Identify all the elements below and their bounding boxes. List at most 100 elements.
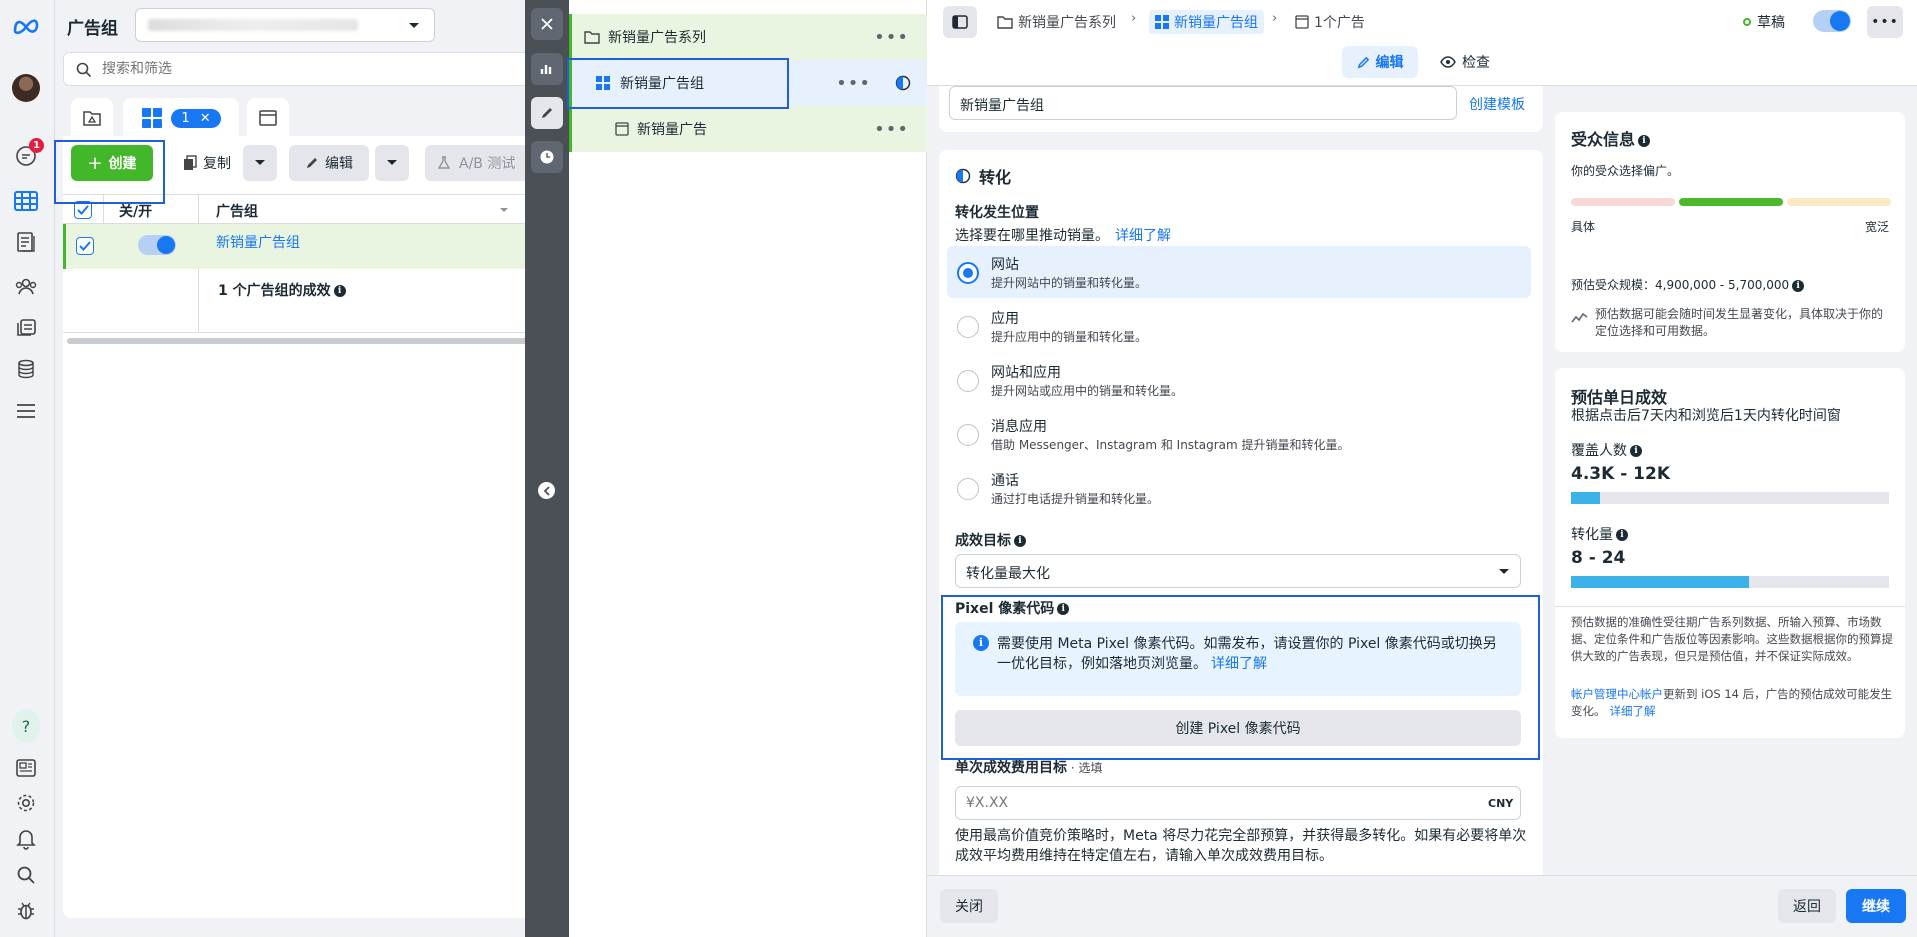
more-options-icon[interactable]: ••• bbox=[1867, 6, 1903, 38]
half-circle-icon bbox=[955, 168, 971, 184]
charts-button[interactable] bbox=[531, 53, 563, 85]
radio-option-website[interactable]: 网站 提升网站中的销量和转化量。 bbox=[947, 246, 1531, 298]
audiences-icon[interactable] bbox=[12, 272, 40, 300]
copy-button[interactable]: 复制 bbox=[157, 145, 257, 181]
cost-goal-input[interactable]: CNY bbox=[955, 786, 1521, 820]
tab-review[interactable]: 检查 bbox=[1427, 46, 1503, 78]
tab-ads[interactable] bbox=[247, 98, 289, 138]
pages-icon[interactable] bbox=[12, 228, 40, 256]
more-options-icon[interactable]: ••• bbox=[874, 119, 909, 140]
radio-option-app[interactable]: 应用 提升应用中的销量和转化量。 bbox=[947, 300, 1531, 352]
ads-manager-grid-icon[interactable] bbox=[12, 187, 40, 215]
selected-count-pill[interactable]: 1 ✕ bbox=[171, 108, 221, 128]
audience-card: 受众信息 i 你的受众选择偏广。 具体 宽泛 预估受众规模：4,900,000 -… bbox=[1555, 112, 1905, 352]
ab-test-button[interactable]: A/B 测试 bbox=[425, 145, 535, 181]
flask-icon bbox=[437, 156, 451, 169]
clear-selection-icon[interactable]: ✕ bbox=[200, 111, 211, 126]
audience-size-note: 预估数据可能会随时间发生显著变化，具体取决于你的定位选择和可用数据。 bbox=[1595, 307, 1884, 338]
conversion-location-label: 转化发生位置 bbox=[955, 205, 1039, 221]
news-icon[interactable] bbox=[12, 754, 40, 782]
tree-adset-label: 新销量广告组 bbox=[620, 76, 704, 92]
more-options-icon[interactable]: ••• bbox=[874, 27, 909, 48]
catalog-icon[interactable] bbox=[12, 313, 40, 341]
close-editor-button[interactable] bbox=[531, 8, 563, 40]
create-template-link[interactable]: 创建模板 bbox=[1469, 94, 1525, 114]
avatar[interactable] bbox=[12, 74, 40, 102]
bar-chart-icon bbox=[540, 65, 552, 74]
adset-name-link[interactable]: 新销量广告组 bbox=[216, 232, 300, 252]
cost-goal-desc: 使用最高价值竞价策略时，Meta 将尽力花完全部预算，并获得最多转化。如果有必要… bbox=[955, 828, 1527, 864]
adset-name-input[interactable]: 新销量广告组 bbox=[949, 86, 1457, 120]
meta-logo-icon[interactable] bbox=[12, 12, 40, 40]
menu-icon[interactable] bbox=[12, 397, 40, 425]
daily-subtitle: 根据点击后7天内和浏览后1天内转化时间窗 bbox=[1571, 408, 1841, 424]
copy-dropdown-button[interactable] bbox=[243, 145, 277, 181]
tab-campaigns[interactable] bbox=[71, 98, 113, 138]
column-header-toggle[interactable]: 关/开 bbox=[119, 201, 152, 221]
table-row[interactable]: 新销量广告组 bbox=[63, 224, 533, 269]
help-icon[interactable]: ? bbox=[12, 709, 40, 743]
create-button[interactable]: + 创建 bbox=[71, 145, 153, 181]
more-options-icon[interactable]: ••• bbox=[836, 73, 871, 94]
tab-edit[interactable]: 编辑 bbox=[1342, 46, 1418, 78]
edit-dropdown-button[interactable] bbox=[375, 145, 409, 181]
history-button[interactable] bbox=[531, 141, 563, 173]
learn-more-link[interactable]: 详细了解 bbox=[1115, 228, 1171, 244]
tree-item-campaign[interactable]: 新销量广告系列 ••• bbox=[569, 14, 927, 60]
radio-calls[interactable] bbox=[957, 478, 979, 500]
radio-messaging[interactable] bbox=[957, 424, 979, 446]
radio-website-and-app[interactable] bbox=[957, 370, 979, 392]
collapse-panel-button[interactable] bbox=[538, 482, 555, 499]
adset-on-off-toggle[interactable] bbox=[138, 235, 176, 255]
back-button[interactable]: 返回 bbox=[1778, 889, 1836, 923]
create-pixel-button[interactable]: 创建 Pixel 像素代码 bbox=[955, 710, 1521, 746]
radio-option-messaging[interactable]: 消息应用 借助 Messenger、Instagram 和 Instagram … bbox=[947, 408, 1531, 460]
row-checkbox[interactable] bbox=[76, 237, 94, 255]
search-filter-box[interactable] bbox=[63, 52, 533, 86]
tree-item-adset[interactable]: 新销量广告组 ••• bbox=[569, 60, 927, 106]
clock-icon bbox=[540, 150, 554, 164]
notification-badge: 1 bbox=[29, 138, 44, 153]
chevron-left-icon bbox=[543, 485, 550, 496]
performance-goal-select[interactable]: 转化量最大化 bbox=[955, 554, 1521, 588]
radio-option-website-and-app[interactable]: 网站和应用 提升网站或应用中的销量和转化量。 bbox=[947, 354, 1531, 406]
radio-option-calls[interactable]: 通话 通过打电话提升销量和转化量。 bbox=[947, 462, 1531, 514]
draft-status-icon bbox=[1743, 18, 1751, 26]
billing-icon[interactable] bbox=[12, 355, 40, 383]
select-all-checkbox[interactable] bbox=[74, 201, 92, 219]
settings-gear-icon[interactable] bbox=[12, 789, 40, 817]
audience-desc: 你的受众选择偏广。 bbox=[1571, 164, 1680, 178]
breadcrumb-adset[interactable]: 新销量广告组 bbox=[1149, 10, 1264, 34]
selected-count: 1 bbox=[181, 110, 190, 126]
close-button[interactable]: 关闭 bbox=[940, 889, 998, 923]
pixel-learn-more-link[interactable]: 详细了解 bbox=[1211, 656, 1267, 672]
breadcrumb-campaign[interactable]: 新销量广告系列 bbox=[997, 10, 1116, 34]
radio-website[interactable] bbox=[957, 262, 979, 284]
bell-icon[interactable] bbox=[12, 825, 40, 853]
tab-adsets[interactable]: 1 ✕ bbox=[123, 98, 239, 138]
notifications-icon[interactable]: 1 bbox=[12, 138, 44, 170]
edit-mode-button[interactable] bbox=[531, 97, 563, 129]
sort-icon[interactable] bbox=[499, 207, 509, 214]
chevron-down-icon bbox=[255, 160, 265, 165]
breadcrumb-ads[interactable]: 1个广告 bbox=[1295, 10, 1365, 34]
audience-meter-broad bbox=[1787, 198, 1891, 206]
continue-button[interactable]: 继续 bbox=[1846, 889, 1906, 923]
pixel-notice: i 需要使用 Meta Pixel 像素代码。如需发布，请设置你的 Pixel … bbox=[955, 622, 1521, 696]
adset-active-toggle[interactable] bbox=[1813, 10, 1851, 32]
account-selector[interactable] bbox=[135, 8, 435, 42]
tree-item-ad[interactable]: 新销量广告 ••• bbox=[569, 106, 927, 152]
bug-report-icon[interactable] bbox=[12, 896, 40, 924]
search-icon[interactable] bbox=[12, 861, 40, 889]
search-input[interactable] bbox=[102, 61, 482, 77]
radio-app[interactable] bbox=[957, 316, 979, 338]
ios-learn-more-link[interactable]: 详细了解 bbox=[1610, 704, 1656, 718]
toggle-sidebar-button[interactable] bbox=[943, 6, 977, 38]
horizontal-scrollbar[interactable] bbox=[67, 338, 533, 344]
name-card: 新销量广告组 创建模板 bbox=[939, 86, 1543, 132]
column-header-adset[interactable]: 广告组 bbox=[216, 201, 258, 221]
edit-button[interactable]: 编辑 bbox=[289, 145, 369, 181]
cost-goal-field[interactable] bbox=[966, 795, 1416, 811]
pencil-icon bbox=[307, 158, 317, 168]
account-center-link[interactable]: 帐户管理中心帐户 bbox=[1571, 687, 1663, 701]
